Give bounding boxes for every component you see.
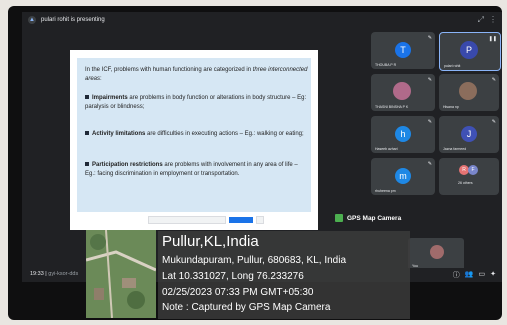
- chat-icon[interactable]: ▭: [479, 270, 486, 280]
- self-view-tile[interactable]: You: [408, 238, 464, 271]
- map-thumbnail: [86, 230, 156, 318]
- participant-name: pulari rohit: [444, 64, 461, 68]
- meeting-clock: 19:33 | gyi-ksor-dds: [30, 271, 79, 277]
- clock-time: 19:33: [30, 271, 44, 277]
- slide-bullet-activity: Activity limitations are difficulties in…: [85, 130, 305, 139]
- gps-coordinates: Lat 10.331027, Long 76.233276: [162, 271, 304, 282]
- meeting-code: gyi-ksor-dds: [48, 271, 79, 277]
- avatar-initial: P: [465, 45, 472, 55]
- participant-tile[interactable]: ✎ Hisana np: [439, 74, 499, 111]
- mic-off-icon: ✎: [427, 119, 432, 125]
- avatar: P: [460, 41, 478, 59]
- participant-name: Haseeb azhari: [375, 147, 398, 151]
- slide-bullet-participation: Participation restrictions are problems …: [85, 161, 307, 179]
- slide-intro: In the ICF, problems with human function…: [85, 66, 310, 84]
- top-bar: ▲ pulari rohit is presenting ⤢ ⋮: [22, 12, 502, 28]
- present-icon: ▲: [28, 16, 36, 24]
- map-image: [86, 230, 156, 318]
- gps-datetime: 02/25/2023 07:33 PM GMT+05:30: [162, 287, 314, 298]
- activity-text: are difficulties in executing actions – …: [145, 131, 304, 137]
- presentation-slide: In the ICF, problems with human function…: [77, 58, 311, 212]
- avatar: m: [395, 168, 411, 184]
- presenting-label: pulari rohit is presenting: [41, 17, 105, 23]
- avatar: [459, 82, 477, 100]
- info-icon[interactable]: ⓘ: [453, 270, 460, 280]
- hide-share-bar-button[interactable]: [256, 216, 264, 224]
- participant-tile[interactable]: ✎ T THOUBA P R: [371, 32, 435, 69]
- participation-term: Participation restrictions: [92, 162, 163, 168]
- gps-app-title: GPS Map Camera: [335, 214, 401, 222]
- slide-bullet-impairments: Impairments are problems in body functio…: [85, 94, 307, 112]
- participant-name: rhuheena pm: [375, 189, 396, 193]
- bullet-icon: [85, 162, 89, 167]
- gps-city: Pullur,KL,India: [162, 233, 259, 250]
- participant-tile[interactable]: ✎ THASNI BINSHA P K: [371, 74, 435, 111]
- gps-address: Mukundapuram, Pullur, 680683, KL, India: [162, 255, 347, 266]
- avatar-initial: T: [400, 45, 406, 55]
- share-status-field: [148, 216, 226, 224]
- bullet-icon: [85, 95, 89, 100]
- avatar: h: [395, 126, 411, 142]
- stop-sharing-button[interactable]: [229, 217, 253, 223]
- participant-name: THOUBA P R: [375, 63, 397, 67]
- people-icon[interactable]: 👥: [465, 270, 474, 280]
- participant-name: Jazna farmeed: [443, 147, 467, 151]
- participant-tile[interactable]: ✎ h Haseeb azhari: [371, 116, 435, 153]
- shared-screen: In the ICF, problems with human function…: [70, 50, 318, 230]
- gps-camera-icon: [335, 214, 343, 222]
- others-count: 26 others: [458, 181, 473, 185]
- activities-icon[interactable]: ✦: [490, 270, 496, 280]
- bullet-icon: [85, 131, 89, 136]
- avatar: J: [461, 126, 477, 142]
- participant-name: Hisana np: [443, 105, 459, 109]
- mic-off-icon: ✎: [427, 77, 432, 83]
- avatar: F: [468, 165, 478, 175]
- gps-app-name: GPS Map Camera: [347, 214, 402, 222]
- mic-icon: ❚❚: [488, 36, 497, 42]
- presenter-indicator: ▲ pulari rohit is presenting: [28, 16, 105, 24]
- mic-off-icon: ✎: [427, 35, 432, 41]
- participant-tile-active[interactable]: ❚❚ P pulari rohit: [439, 32, 501, 71]
- gps-info-panel: Pullur,KL,India Mukundapuram, Pullur, 68…: [158, 231, 410, 319]
- avatar: [393, 82, 411, 100]
- others-tile[interactable]: R F 26 others: [439, 158, 499, 195]
- mic-off-icon: ✎: [491, 77, 496, 83]
- avatar: [430, 245, 444, 259]
- avatar-initial: m: [399, 171, 407, 181]
- bottom-icons: ⓘ 👥 ▭ ✦: [453, 270, 496, 280]
- participant-tile[interactable]: ✎ J Jazna farmeed: [439, 116, 499, 153]
- mic-off-icon: ✎: [491, 119, 496, 125]
- expand-icon[interactable]: ⤢: [478, 15, 484, 25]
- avatar-initial: h: [400, 129, 406, 139]
- impairments-term: Impairments: [92, 95, 128, 101]
- activity-term: Activity limitations: [92, 131, 146, 137]
- slide-intro-text: In the ICF, problems with human function…: [85, 67, 253, 73]
- gps-note: Note : Captured by GPS Map Camera: [162, 302, 331, 313]
- participant-tile[interactable]: ✎ m rhuheena pm: [371, 158, 435, 195]
- mic-off-icon: ✎: [427, 161, 432, 167]
- avatar: T: [395, 42, 411, 58]
- screen-share-bar: [148, 216, 318, 224]
- slide-intro-suffix: :: [100, 76, 102, 82]
- avatar-initial: J: [466, 129, 472, 139]
- participant-name: THASNI BINSHA P K: [375, 105, 409, 109]
- more-options-icon[interactable]: ⋮: [489, 15, 497, 24]
